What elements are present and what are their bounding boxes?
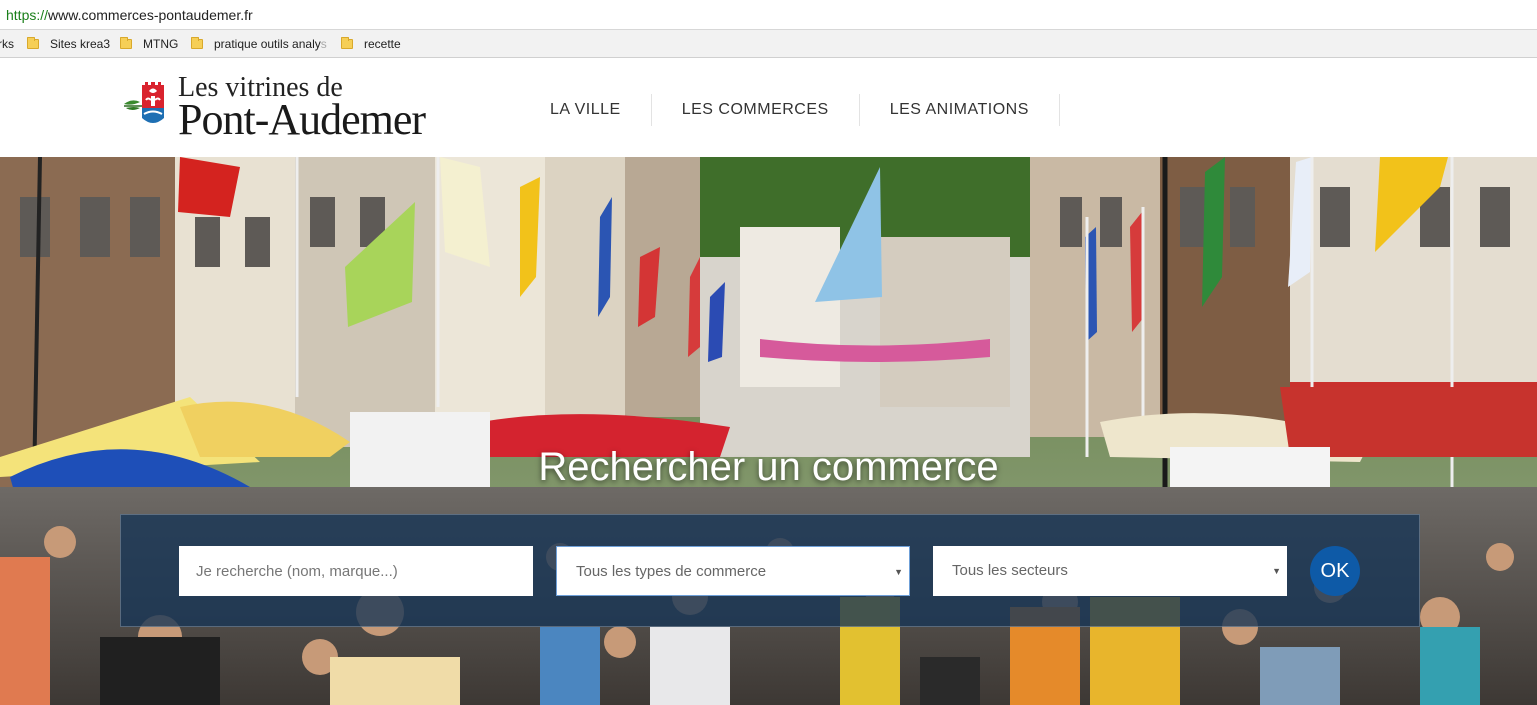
nav-la-ville[interactable]: LA VILLE: [520, 94, 652, 126]
sector-select[interactable]: Tous les secteurs ▼: [933, 546, 1287, 596]
keyword-search-input[interactable]: [196, 546, 533, 596]
nav-les-commerces[interactable]: LES COMMERCES: [652, 94, 860, 126]
pont-audemer-crest-icon: [124, 82, 164, 123]
dropdown-arrow-icon: ▼: [1272, 566, 1281, 576]
search-submit-button[interactable]: OK: [1310, 546, 1360, 596]
bookmark-item-bookmarks[interactable]: rks: [0, 37, 14, 51]
url-scheme: https://: [6, 7, 49, 23]
hero-title: Rechercher un commerce: [538, 445, 999, 489]
bookmark-label-fade: s: [320, 37, 327, 51]
bookmark-label: recette: [364, 37, 401, 51]
url-host: www.commerces-pontaudemer.fr: [48, 7, 253, 23]
sector-value: Tous les secteurs: [952, 562, 1068, 579]
browser-url-bar[interactable]: https://www.commerces-pontaudemer.fr: [0, 0, 1537, 30]
commerce-type-value: Tous les types de commerce: [576, 563, 767, 580]
bookmark-sites-krea3[interactable]: Sites krea3: [27, 37, 110, 51]
bookmark-mtng[interactable]: MTNG: [120, 37, 178, 51]
url-text[interactable]: https://www.commerces-pontaudemer.fr: [6, 7, 253, 23]
dropdown-arrow-icon: ▼: [894, 567, 903, 577]
commerce-type-select[interactable]: Tous les types de commerce ▼: [556, 546, 910, 596]
nav-les-animations[interactable]: LES ANIMATIONS: [860, 94, 1060, 126]
bookmark-folder-icon: [341, 37, 353, 49]
logo-line2: Pont-Audemer: [178, 95, 426, 144]
bookmark-label: rks: [0, 37, 14, 51]
hero-banner: Rechercher un commerce Tous les types de…: [0, 157, 1537, 705]
site-logo[interactable]: Les vitrines de Pont-Audemer: [122, 72, 452, 144]
bookmark-folder-icon: [27, 37, 39, 49]
bookmarks-bar: rks Sites krea3 MTNG pratique outils ana…: [0, 30, 1537, 58]
keyword-search-field[interactable]: [179, 546, 533, 596]
bookmark-folder-icon: [120, 37, 132, 49]
search-panel: Tous les types de commerce ▼ Tous les se…: [120, 514, 1420, 627]
bookmark-label: MTNG: [143, 37, 179, 51]
bookmark-folder-icon: [191, 37, 203, 49]
bookmark-label: pratique outils analy: [214, 37, 321, 51]
main-nav: LA VILLE LES COMMERCES LES ANIMATIONS: [520, 94, 1060, 126]
bookmark-recette[interactable]: recette: [341, 37, 401, 51]
site-header: Les vitrines de Pont-Audemer LA VILLE LE…: [0, 58, 1537, 157]
bookmark-pratique-outils[interactable]: pratique outils analy s: [191, 37, 327, 51]
bookmark-label: Sites krea3: [50, 37, 111, 51]
